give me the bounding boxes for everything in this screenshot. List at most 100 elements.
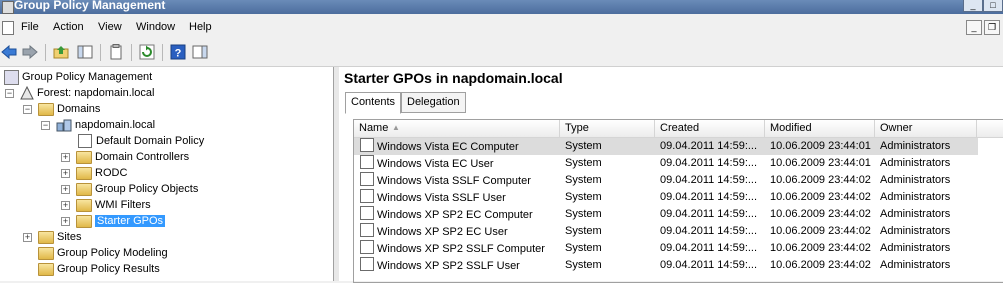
table-row[interactable]: Windows XP SP2 SSLF User System 09.04.20…: [354, 257, 1003, 274]
menu-view[interactable]: View: [98, 21, 122, 33]
expand-sites-button[interactable]: +: [23, 233, 32, 242]
cell-modified: 10.06.2009 23:44:02: [770, 242, 871, 254]
forward-icon[interactable]: [21, 43, 39, 61]
cell-modified: 10.06.2009 23:44:01: [770, 140, 871, 152]
cell-created: 09.04.2011 14:59:...: [660, 225, 758, 237]
tree-item-starter-gpos[interactable]: Starter GPOs: [76, 213, 166, 229]
tree-item-group-policy-objects[interactable]: Group Policy Objects: [76, 181, 198, 197]
expand-starter-gpos-button[interactable]: +: [61, 217, 70, 226]
starter-gpo-icon: [360, 155, 374, 169]
cell-owner: Administrators: [880, 242, 951, 254]
cell-owner: Administrators: [880, 259, 951, 271]
table-row[interactable]: Windows XP SP2 EC User System 09.04.2011…: [354, 223, 1003, 240]
tree-item-domain-controllers[interactable]: Domain Controllers: [76, 149, 189, 165]
cell-name: Windows XP SP2 SSLF Computer: [377, 243, 545, 255]
tree-item-default-domain-policy[interactable]: Default Domain Policy: [78, 133, 204, 149]
column-header-owner[interactable]: Owner: [875, 120, 977, 137]
expand-rodc-button[interactable]: +: [61, 169, 70, 178]
expand-domain-controllers-button[interactable]: +: [61, 153, 70, 162]
table-row[interactable]: Windows Vista SSLF Computer System 09.04…: [354, 172, 1003, 189]
ou-folder-icon: [76, 150, 92, 164]
tree-item-forest[interactable]: Forest: napdomain.local: [20, 85, 154, 101]
table-row[interactable]: Windows Vista EC User System 09.04.2011 …: [354, 155, 1003, 172]
cell-modified: 10.06.2009 23:44:02: [770, 174, 871, 186]
toolbar: ?: [0, 40, 1003, 67]
document-icon[interactable]: [2, 21, 14, 35]
tab-delegation[interactable]: Delegation: [401, 92, 466, 113]
up-folder-icon[interactable]: [52, 43, 70, 61]
collapse-domain-button[interactable]: −: [41, 121, 50, 130]
menu-action[interactable]: Action: [53, 21, 84, 33]
table-row[interactable]: Windows XP SP2 EC Computer System 09.04.…: [354, 206, 1003, 223]
cell-name: Windows Vista SSLF User: [377, 192, 506, 204]
properties-icon[interactable]: [107, 43, 125, 61]
forest-icon: [20, 86, 34, 100]
show-hide-tree-icon[interactable]: [76, 43, 94, 61]
expand-group-policy-objects-button[interactable]: +: [61, 185, 70, 194]
cell-owner: Administrators: [880, 157, 951, 169]
tree-item-gpm-root[interactable]: Group Policy Management: [4, 69, 152, 85]
tree-item-rodc[interactable]: RODC: [76, 165, 127, 181]
cell-owner: Administrators: [880, 191, 951, 203]
cell-modified: 10.06.2009 23:44:02: [770, 208, 871, 220]
tree-label-selected: Starter GPOs: [95, 215, 166, 227]
modeling-icon: [38, 246, 54, 260]
cell-modified: 10.06.2009 23:44:01: [770, 157, 871, 169]
tree-item-group-policy-results[interactable]: Group Policy Results: [38, 261, 160, 277]
menu-file[interactable]: File: [21, 21, 39, 33]
mdi-restore-button[interactable]: ❐: [984, 20, 1000, 35]
tree-item-domains[interactable]: Domains: [38, 101, 100, 117]
cell-modified: 10.06.2009 23:44:02: [770, 191, 871, 203]
cell-created: 09.04.2011 14:59:...: [660, 242, 758, 254]
list-header: Name ▲ Type Created Modified Owner: [354, 120, 1003, 138]
tree-item-sites[interactable]: Sites: [38, 229, 81, 245]
maximize-button[interactable]: □: [983, 0, 1003, 12]
cell-type: System: [565, 140, 602, 152]
cell-modified: 10.06.2009 23:44:02: [770, 259, 871, 271]
table-row[interactable]: Windows Vista EC Computer System 09.04.2…: [354, 138, 978, 155]
column-header-name[interactable]: Name ▲: [354, 120, 560, 137]
starter-gpo-list: Name ▲ Type Created Modified Owner Windo…: [353, 119, 1003, 283]
column-label: Name: [359, 122, 389, 134]
toolbar-separator: [131, 44, 132, 61]
mdi-minimize-button[interactable]: _: [966, 20, 982, 35]
back-icon[interactable]: [0, 43, 18, 61]
menu-help[interactable]: Help: [189, 21, 212, 33]
cell-type: System: [565, 174, 602, 186]
folder-icon: [38, 102, 54, 116]
tree-item-group-policy-modeling[interactable]: Group Policy Modeling: [38, 245, 168, 261]
cell-owner: Administrators: [880, 174, 951, 186]
collapse-domains-button[interactable]: −: [23, 105, 32, 114]
show-hide-action-pane-icon[interactable]: [191, 43, 209, 61]
expand-wmi-filters-button[interactable]: +: [61, 201, 70, 210]
refresh-icon[interactable]: [138, 43, 156, 61]
tree-label: WMI Filters: [95, 199, 151, 211]
folder-icon: [76, 214, 92, 228]
tree-item-domain-napdomain[interactable]: napdomain.local: [56, 117, 155, 133]
table-row[interactable]: Windows XP SP2 SSLF Computer System 09.0…: [354, 240, 1003, 257]
column-label: Created: [660, 122, 700, 134]
column-header-created[interactable]: Created: [655, 120, 765, 137]
cell-owner: Administrators: [880, 225, 951, 237]
help-icon[interactable]: ?: [169, 43, 187, 61]
window-title: Group Policy Management: [14, 0, 166, 12]
folder-icon: [38, 230, 54, 244]
gpo-link-icon: [78, 134, 92, 148]
starter-gpo-icon: [360, 223, 374, 237]
tree-label: Default Domain Policy: [96, 135, 205, 147]
cell-created: 09.04.2011 14:59:...: [660, 208, 758, 220]
column-header-modified[interactable]: Modified: [765, 120, 875, 137]
column-header-type[interactable]: Type: [560, 120, 655, 137]
toolbar-separator: [45, 44, 46, 61]
menu-window[interactable]: Window: [136, 21, 175, 33]
table-row[interactable]: Windows Vista SSLF User System 09.04.201…: [354, 189, 1003, 206]
tree-label: Group Policy Management: [22, 71, 153, 83]
starter-gpo-icon: [360, 172, 374, 186]
cell-created: 09.04.2011 14:59:...: [660, 191, 758, 203]
tree-item-wmi-filters[interactable]: WMI Filters: [76, 197, 151, 213]
tree-label: Group Policy Modeling: [57, 247, 168, 259]
gpm-root-icon: [4, 69, 19, 85]
tab-contents[interactable]: Contents: [345, 92, 402, 114]
minimize-button[interactable]: _: [963, 0, 983, 12]
collapse-forest-button[interactable]: −: [5, 89, 14, 98]
